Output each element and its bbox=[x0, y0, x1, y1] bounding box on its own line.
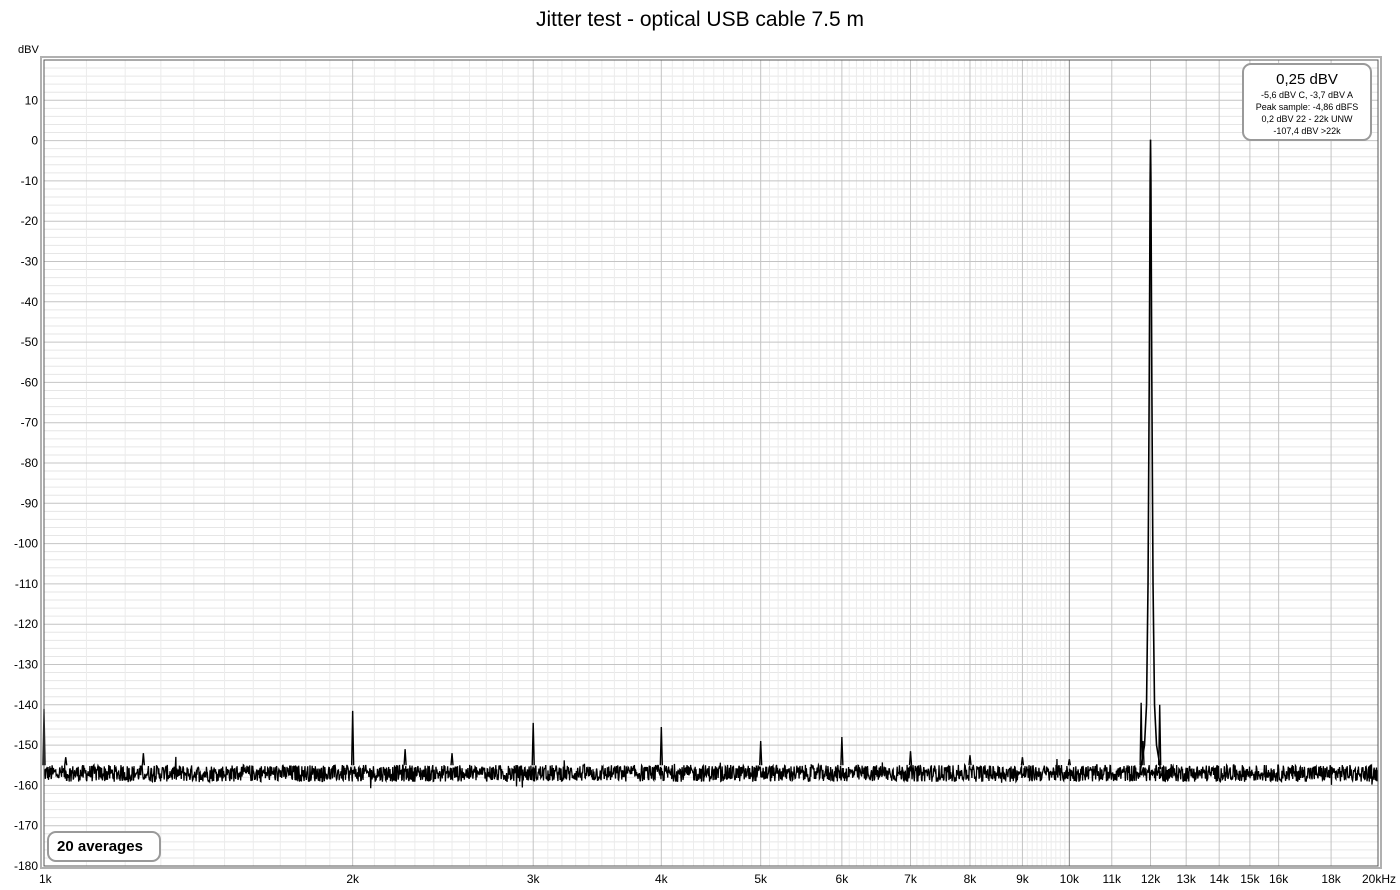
x-tick-label: 20kHz bbox=[1362, 872, 1396, 886]
x-tick-label: 7k bbox=[904, 872, 918, 886]
averages-badge: 20 averages bbox=[47, 831, 161, 862]
y-tick-label: -80 bbox=[21, 456, 39, 470]
y-tick-label: -30 bbox=[21, 255, 39, 269]
spur-peak bbox=[141, 753, 146, 766]
x-tick-label: 14k bbox=[1209, 872, 1229, 886]
x-tick-label: 9k bbox=[1016, 872, 1030, 886]
y-tick-label: -150 bbox=[14, 738, 38, 752]
y-tick-label: -180 bbox=[14, 859, 38, 873]
y-tick-label: -110 bbox=[15, 577, 38, 591]
y-tick-label: -10 bbox=[21, 174, 39, 188]
y-tick-label: -40 bbox=[21, 295, 39, 309]
y-tick-labels: 10 0 -10 -20 -30 -40 -50 -60 -70 -80 -90 -100 -110 -1… bbox=[14, 93, 38, 873]
spur-peak bbox=[1158, 704, 1162, 766]
y-tick-label: -170 bbox=[14, 819, 38, 833]
x-tick-label: 8k bbox=[964, 872, 978, 886]
readout-main-value: 0,25 dBV bbox=[1276, 71, 1338, 88]
y-tick-label: -90 bbox=[21, 496, 39, 510]
chart-svg: dBV 10 0 -10 -20 -30 -40 -50 -60 -70 -80 -90 -100 -1… bbox=[14, 44, 1396, 886]
y-tick-label: -160 bbox=[14, 778, 38, 792]
y-tick-label: -60 bbox=[21, 375, 39, 389]
spur-peak bbox=[64, 757, 68, 766]
x-tick-label: 12k bbox=[1141, 872, 1161, 886]
readout-line-3: 0,2 dBV 22 - 22k UNW bbox=[1261, 114, 1353, 124]
readout-line-1: -5,6 dBV C, -3,7 dBV A bbox=[1260, 90, 1354, 100]
x-tick-label: 2k bbox=[346, 872, 360, 886]
y-tick-label: 0 bbox=[31, 134, 38, 148]
x-tick-labels: 1k 2k 3k 4k 5k 6k 7k 8k 9k 10k 11k 12k 13k 14k 15k 16k 1… bbox=[39, 872, 1396, 886]
x-tick-label: 18k bbox=[1321, 872, 1341, 886]
major-grid bbox=[43, 60, 1379, 867]
readout-line-4: -107,4 dBV >22k bbox=[1273, 126, 1341, 136]
x-tick-label: 10k bbox=[1060, 872, 1080, 886]
x-tick-label: 5k bbox=[754, 872, 768, 886]
y-tick-label: -130 bbox=[14, 658, 38, 672]
x-tick-label: 15k bbox=[1240, 872, 1260, 886]
x-tick-label: 11k bbox=[1103, 872, 1122, 886]
spur-peak bbox=[403, 749, 407, 766]
x-tick-label: 1k bbox=[39, 872, 53, 886]
x-tick-label: 4k bbox=[655, 872, 669, 886]
y-tick-label: 10 bbox=[25, 93, 39, 107]
y-tick-label: -20 bbox=[21, 214, 39, 228]
y-tick-label: -120 bbox=[14, 617, 38, 631]
y-tick-label: -70 bbox=[21, 416, 39, 430]
y-axis-label: dBV bbox=[18, 44, 39, 56]
x-tick-label: 6k bbox=[836, 872, 850, 886]
readout-panel: 0,25 dBV -5,6 dBV C, -3,7 dBV A Peak sam… bbox=[1242, 63, 1372, 141]
x-tick-label: 16k bbox=[1269, 872, 1289, 886]
x-tick-label: 13k bbox=[1176, 872, 1196, 886]
y-tick-label: -50 bbox=[21, 335, 39, 349]
x-tick-label: 3k bbox=[527, 872, 541, 886]
y-tick-label: -100 bbox=[14, 537, 38, 551]
y-tick-label: -140 bbox=[14, 698, 38, 712]
readout-line-2: Peak sample: -4,86 dBFS bbox=[1255, 102, 1359, 112]
